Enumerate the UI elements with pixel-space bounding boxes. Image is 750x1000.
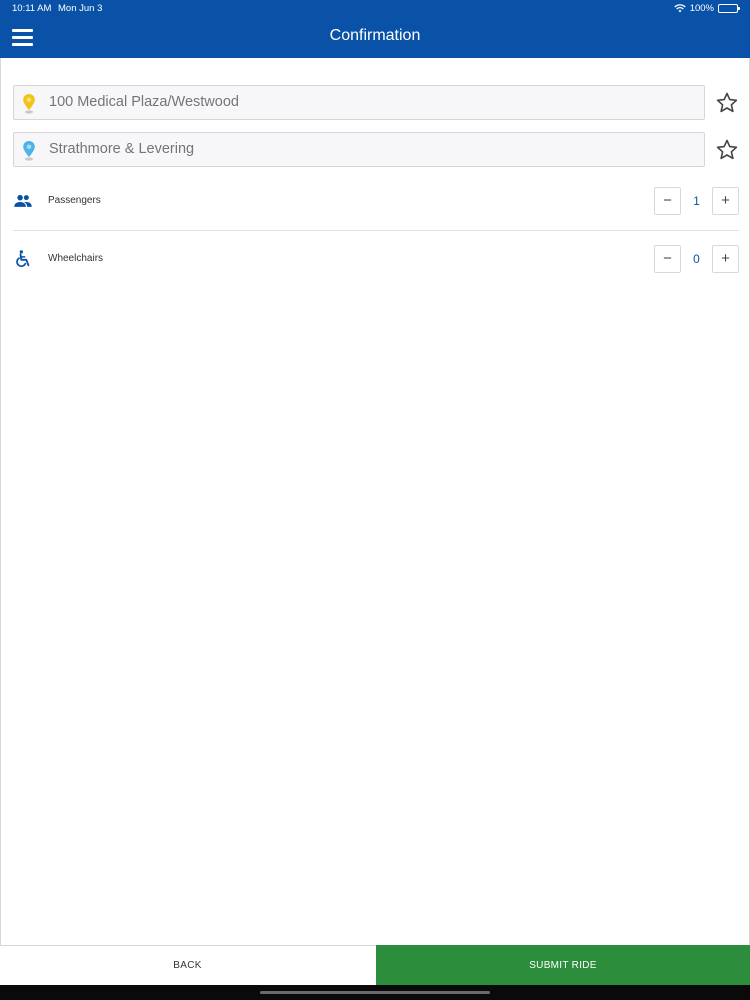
home-indicator[interactable] <box>260 991 490 994</box>
dropoff-pin-icon <box>23 141 35 161</box>
passengers-count: 1 <box>693 194 700 208</box>
pickup-pin-icon <box>23 94 35 114</box>
status-date: Mon Jun 3 <box>58 3 103 14</box>
wheelchairs-decrement-button[interactable]: − <box>654 245 681 273</box>
passengers-stepper: − 1 + <box>654 187 739 215</box>
dropoff-field[interactable] <box>13 132 705 167</box>
content-panel: Passengers − 1 + Wheelchairs − 0 + <box>0 58 750 945</box>
status-bar: 10:11 AM Mon Jun 3 100% <box>12 3 740 17</box>
favorite-dropoff-star-icon[interactable] <box>715 138 739 162</box>
pickup-row <box>13 85 739 120</box>
dropoff-row <box>13 132 739 167</box>
passengers-row: Passengers − 1 + <box>13 187 739 215</box>
passengers-increment-button[interactable]: + <box>712 187 739 215</box>
pickup-field[interactable] <box>13 85 705 120</box>
passengers-decrement-button[interactable]: − <box>654 187 681 215</box>
bottom-action-bar: BACK SUBMIT RIDE <box>0 945 750 986</box>
favorite-pickup-star-icon[interactable] <box>715 91 739 115</box>
status-time: 10:11 AM <box>12 3 52 14</box>
home-bar-area <box>0 985 750 1000</box>
people-icon <box>14 194 32 207</box>
battery-icon <box>718 4 740 13</box>
wheelchairs-stepper: − 0 + <box>654 245 739 273</box>
section-divider <box>13 230 739 231</box>
wheelchairs-count: 0 <box>693 252 700 266</box>
page-title: Confirmation <box>329 27 421 44</box>
wheelchairs-row: Wheelchairs − 0 + <box>13 245 739 273</box>
pickup-input[interactable] <box>49 86 689 119</box>
wifi-icon <box>673 4 686 13</box>
dropoff-input[interactable] <box>49 133 689 166</box>
top-app-bar: 10:11 AM Mon Jun 3 100% Confirmation <box>0 0 750 58</box>
submit-ride-button[interactable]: SUBMIT RIDE <box>376 945 750 986</box>
wheelchair-icon <box>16 250 30 268</box>
passengers-label: Passengers <box>48 195 101 206</box>
status-right: 100% <box>673 3 740 14</box>
wheelchairs-increment-button[interactable]: + <box>712 245 739 273</box>
battery-percent: 100% <box>689 3 714 14</box>
wheelchairs-label: Wheelchairs <box>48 253 104 264</box>
back-button[interactable]: BACK <box>0 946 375 986</box>
confirmation-screen: 10:11 AM Mon Jun 3 100% Confirmation 100… <box>0 0 750 1000</box>
